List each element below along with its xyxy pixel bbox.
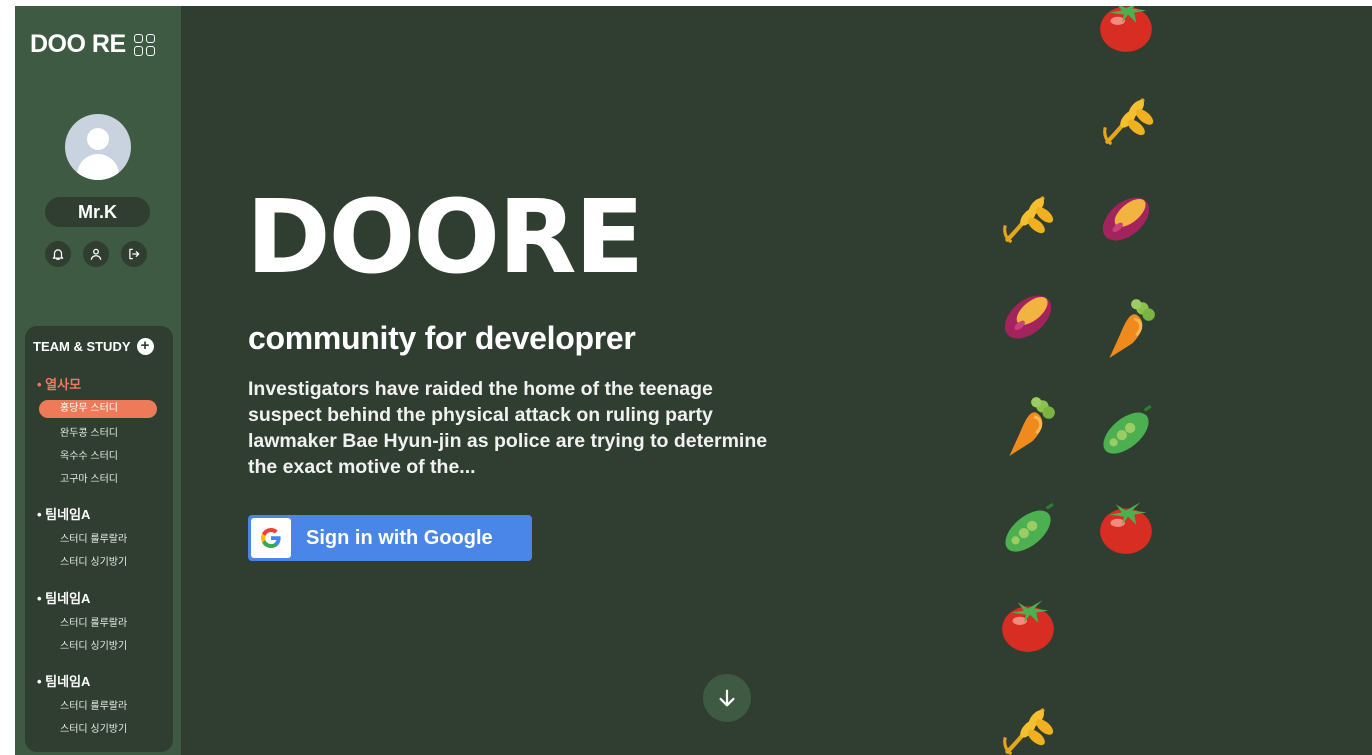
sidebar: DOO RE Mr.K TEAM & STUDY + • 열사모 홍당무 스터디… <box>15 6 181 755</box>
study-item[interactable]: 스터디 룰루랄라 <box>60 530 127 545</box>
logout-button[interactable] <box>121 241 147 267</box>
sweet-potato-icon <box>1095 186 1157 248</box>
study-item[interactable]: 스터디 싱기방기 <box>60 720 127 735</box>
tomato-icon <box>997 594 1059 656</box>
study-item[interactable]: 스터디 싱기방기 <box>60 637 127 652</box>
profile-button[interactable] <box>83 241 109 267</box>
study-item[interactable]: 스터디 싱기방기 <box>60 553 127 568</box>
bell-icon <box>52 249 64 260</box>
user-actions <box>45 241 147 267</box>
study-item[interactable]: 스터디 룰루랄라 <box>60 697 127 712</box>
sweet-potato-icon <box>997 284 1059 346</box>
team-study-panel: TEAM & STUDY + • 열사모 홍당무 스터디 완두콩 스터디 옥수수… <box>25 326 173 752</box>
google-icon <box>261 528 281 548</box>
hero-subtitle: community for developrer <box>248 320 636 356</box>
avatar[interactable] <box>65 114 131 180</box>
carrot-icon <box>1097 296 1159 358</box>
arrow-down-icon <box>719 689 735 707</box>
notifications-button[interactable] <box>45 241 71 267</box>
logo-row: DOO RE <box>30 30 156 59</box>
study-item[interactable]: 스터디 룰루랄라 <box>60 614 127 629</box>
team-group-name[interactable]: • 팀네임A <box>37 671 90 690</box>
app-frame: DOO RE Mr.K TEAM & STUDY + • 열사모 홍당무 스터디… <box>15 6 1372 755</box>
scroll-down-button[interactable] <box>703 674 751 722</box>
user-icon <box>90 248 102 260</box>
google-signin-button[interactable]: Sign in with Google <box>248 515 532 561</box>
study-item[interactable]: 옥수수 스터디 <box>60 447 118 462</box>
hero-title: DOORE <box>246 178 644 297</box>
logout-icon <box>129 248 140 260</box>
team-study-title: TEAM & STUDY <box>33 339 131 354</box>
wheat-icon <box>997 184 1059 246</box>
username-badge: Mr.K <box>45 197 150 227</box>
study-item[interactable]: 고구마 스터디 <box>60 470 118 485</box>
team-group-name[interactable]: • 팀네임A <box>37 504 90 523</box>
tomato-icon <box>1095 6 1157 56</box>
tomato-icon <box>1095 496 1157 558</box>
grid-icon[interactable] <box>133 33 156 56</box>
pea-icon <box>997 498 1059 560</box>
pea-icon <box>1095 400 1157 462</box>
google-signin-label: Sign in with Google <box>306 526 493 549</box>
app-logo[interactable]: DOO RE <box>30 30 126 59</box>
team-group-name[interactable]: • 팀네임A <box>37 588 90 607</box>
study-item[interactable]: 완두콩 스터디 <box>60 424 118 439</box>
team-study-header: TEAM & STUDY + <box>33 338 154 355</box>
study-item-active[interactable]: 홍당무 스터디 <box>39 400 157 418</box>
wheat-icon <box>1097 86 1159 148</box>
team-group-name[interactable]: • 열사모 <box>37 374 81 393</box>
google-icon-box <box>251 518 291 558</box>
hero-description: Investigators have raided the home of th… <box>248 378 768 478</box>
carrot-icon <box>997 394 1059 456</box>
wheat-icon <box>997 696 1059 755</box>
plus-icon[interactable]: + <box>136 338 154 355</box>
